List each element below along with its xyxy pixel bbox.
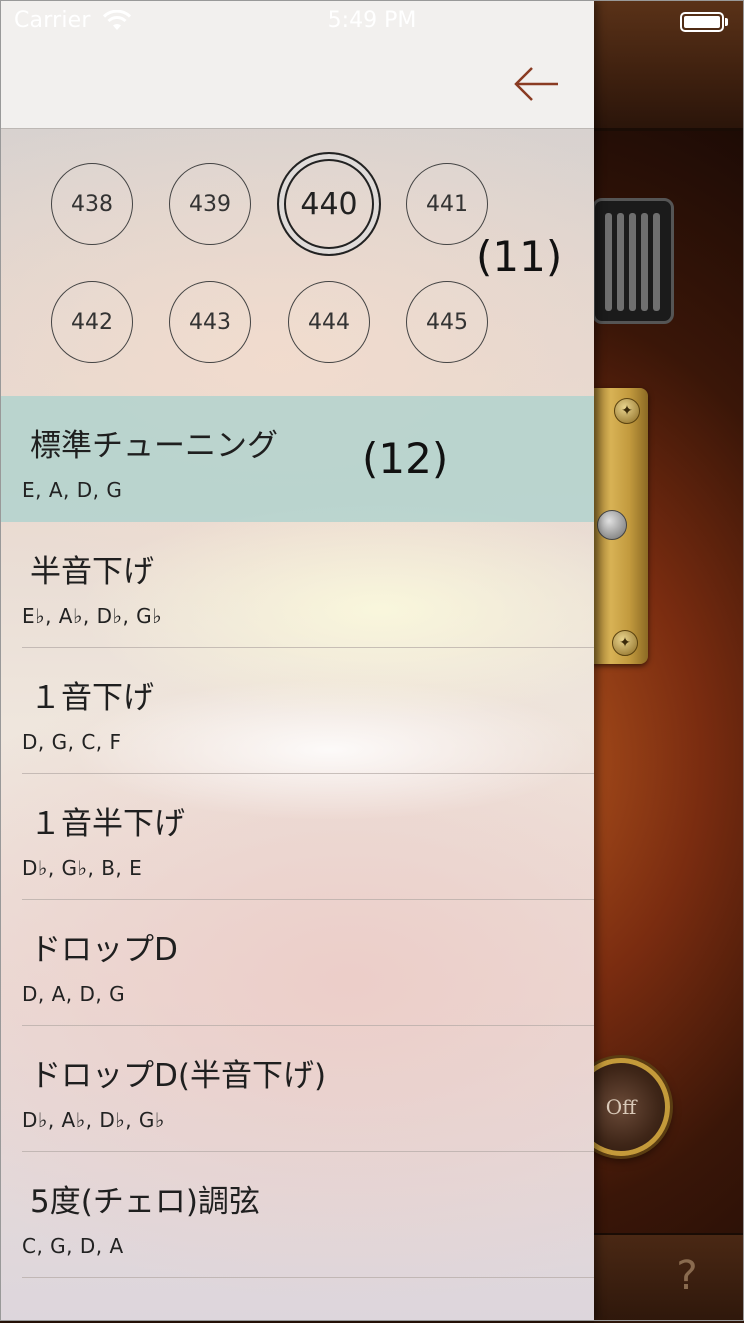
tuning-name: ドロップD [30,932,178,968]
tuning-item-whole-step-down[interactable]: １音下げ D, G, C, F [0,648,594,774]
tuning-item-drop-d[interactable]: ドロップD D, A, D, G [0,900,594,1026]
tuning-item-drop-d-half-down[interactable]: ドロップD(半音下げ) D♭, A♭, D♭, G♭ [0,1026,594,1152]
tuning-name: １音半下げ [30,806,185,842]
freq-button-442[interactable]: 442 [51,281,133,363]
tuning-item-standard[interactable]: 標準チューニング E, A, D, G [0,396,594,522]
tuning-name: 標準チューニング [30,428,278,464]
freq-button-444[interactable]: 444 [288,281,370,363]
tuning-item-fifths-cello[interactable]: 5度(チェロ)調弦 C, G, D, A [0,1152,594,1278]
freq-button-445[interactable]: 445 [406,281,488,363]
status-time: 5:49 PM [327,8,417,33]
tuning-name: １音下げ [30,680,154,716]
freq-button-440-selected[interactable]: 440 [277,152,381,256]
tuning-notes: E, A, D, G [22,478,123,502]
freq-button-443[interactable]: 443 [169,281,251,363]
freq-button-439[interactable]: 439 [169,163,251,245]
freq-button-438[interactable]: 438 [51,163,133,245]
back-arrow-icon[interactable] [512,62,562,106]
tuning-name: 半音下げ [30,554,154,590]
screw-icon [614,398,640,424]
tuning-notes: E♭, A♭, D♭, G♭ [22,604,163,628]
tuner-meter-display [592,198,674,324]
status-bar: Carrier 5:49 PM [0,0,744,44]
tuning-notes: D, A, D, G [22,982,126,1006]
tuning-name: 5度(チェロ)調弦 [30,1184,260,1220]
tuning-item-half-step-down[interactable]: 半音下げ E♭, A♭, D♭, G♭ [0,522,594,648]
annotation-label-11: (11) [476,232,563,281]
tuning-name: ドロップD(半音下げ) [30,1058,327,1094]
tuning-list: 標準チューニング E, A, D, G 半音下げ E♭, A♭, D♭, G♭ … [0,396,594,1278]
tuning-notes: D♭, G♭, B, E [22,856,143,880]
settings-drawer: 438 439 440 441 442 443 444 445 標準チューニング… [0,0,594,1321]
tuning-notes: D, G, C, F [22,730,122,754]
annotation-label-12: (12) [362,434,449,483]
tuning-item-step-and-half-down[interactable]: １音半下げ D♭, G♭, B, E [0,774,594,900]
tuning-notes: D♭, A♭, D♭, G♭ [22,1108,165,1132]
brass-plate [586,388,648,664]
row-divider [22,1277,594,1278]
tuning-notes: C, G, D, A [22,1234,124,1258]
screw-icon [612,630,638,656]
help-button[interactable]: ? [664,1246,710,1306]
bolt-icon [597,510,627,540]
